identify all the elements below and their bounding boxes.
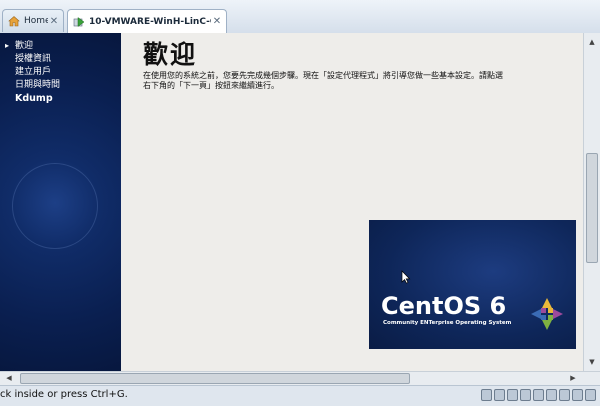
welcome-description: 在使用您的系統之前，您要先完成幾個步驟。現在「設定代理程式」將引導您做一些基本設… <box>143 71 503 90</box>
tab-home-label: Home <box>24 16 48 26</box>
hard-disk-icon[interactable] <box>481 389 492 401</box>
display-icon[interactable] <box>572 389 583 401</box>
step-item-welcome: ▸ 歡迎 <box>5 41 34 51</box>
step-list: ▸ 歡迎 授權資訊 建立用戶 日期與時間 Kdump <box>5 39 60 105</box>
tab-vm-label: 10-VMWARE-WinH-LinC-Cen... <box>89 16 211 27</box>
tab-bar: Home ✕ 10-VMWARE-WinH-LinC-Cen... ✕ <box>0 0 600 34</box>
scroll-left-icon[interactable]: ◀ <box>2 372 16 385</box>
vm-display[interactable]: ▸ 歡迎 授權資訊 建立用戶 日期與時間 Kdump 歡迎 在使用您的系統之前，您… <box>0 33 583 371</box>
device-icons <box>481 389 596 401</box>
home-icon <box>8 16 20 27</box>
scroll-right-icon[interactable]: ▶ <box>566 372 580 385</box>
status-bar: ck inside or press Ctrl+G. <box>0 385 600 406</box>
tab-vm-close-icon[interactable]: ✕ <box>211 16 223 27</box>
centos-mark-icon <box>531 298 563 330</box>
vm-play-icon <box>73 16 85 27</box>
network-adapter-icon[interactable] <box>520 389 531 401</box>
floppy-icon[interactable] <box>507 389 518 401</box>
logo-name: CentOS 6 <box>381 292 507 320</box>
step-item-date-time: 日期與時間 <box>15 80 61 90</box>
logo-tagline: Community ENTerprise Operating System <box>383 320 512 326</box>
page-title: 歡迎 <box>143 40 198 69</box>
sound-card-icon[interactable] <box>546 389 557 401</box>
horizontal-scrollbar[interactable]: ◀ ▶ <box>0 371 600 385</box>
tab-vm[interactable]: 10-VMWARE-WinH-LinC-Cen... ✕ <box>67 9 227 33</box>
step-item-kdump: Kdump <box>15 93 53 104</box>
step-item-license: 授權資訊 <box>15 54 52 64</box>
scroll-up-icon[interactable]: ▲ <box>585 35 599 49</box>
status-text: ck inside or press Ctrl+G. <box>0 389 128 400</box>
message-icon[interactable] <box>585 389 596 401</box>
centos-logo: CentOS 6 Community ENTerprise Operating … <box>369 220 576 349</box>
installer-content: 歡迎 在使用您的系統之前，您要先完成幾個步驟。現在「設定代理程式」將引導您做一些… <box>121 33 583 371</box>
step-item-create-user: 建立用戶 <box>15 67 52 77</box>
tab-home[interactable]: Home ✕ <box>2 9 64 32</box>
cd-rom-icon[interactable] <box>494 389 505 401</box>
usb-controller-icon[interactable] <box>533 389 544 401</box>
tab-home-close-icon[interactable]: ✕ <box>48 16 60 27</box>
vertical-scroll-thumb[interactable] <box>586 153 598 263</box>
vertical-scrollbar[interactable]: ▲ ▼ <box>583 33 600 371</box>
mouse-pointer-icon <box>401 270 411 284</box>
current-step-arrow-icon: ▸ <box>5 41 10 50</box>
horizontal-scroll-thumb[interactable] <box>20 373 410 384</box>
printer-icon[interactable] <box>559 389 570 401</box>
scroll-down-icon[interactable]: ▼ <box>585 355 599 369</box>
installer-sidebar: ▸ 歡迎 授權資訊 建立用戶 日期與時間 Kdump <box>0 33 121 371</box>
